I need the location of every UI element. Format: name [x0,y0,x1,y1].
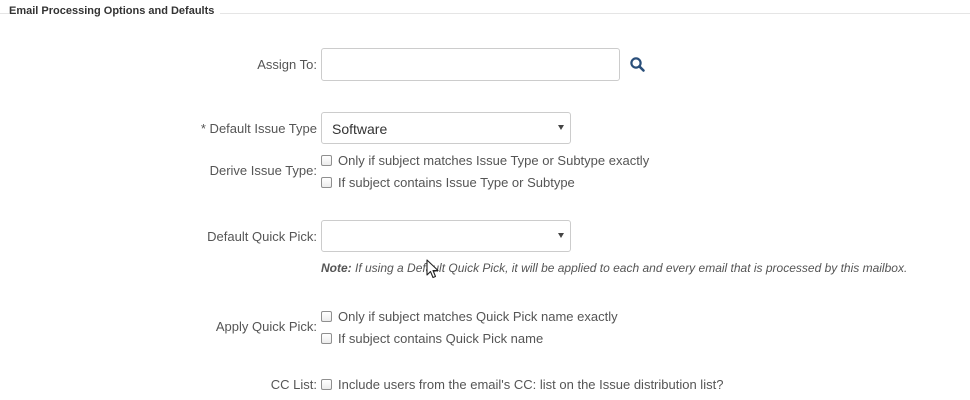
mouse-pointer-icon [426,259,439,279]
cc-list-checkbox-row[interactable]: Include users from the email's CC: list … [321,378,723,394]
apply-exact-checkbox-row[interactable]: Only if subject matches Quick Pick name … [321,310,618,326]
chevron-down-icon [558,233,564,238]
apply-contains-label: If subject contains Quick Pick name [338,331,544,346]
derive-issue-type-label: Derive Issue Type: [209,163,317,178]
apply-quick-pick-label: Apply Quick Pick: [215,319,317,334]
apply-exact-label: Only if subject matches Quick Pick name … [338,309,618,324]
cc-list-label: CC List: [270,377,317,392]
derive-exact-checkbox[interactable] [321,155,332,166]
quick-pick-note: Note: If using a Default Quick Pick, it … [321,261,907,275]
derive-exact-label: Only if subject matches Issue Type or Su… [338,153,650,168]
derive-exact-checkbox-row[interactable]: Only if subject matches Issue Type or Su… [321,154,649,170]
default-quick-pick-select[interactable] [321,220,571,252]
chevron-down-icon [558,125,564,130]
derive-contains-checkbox-row[interactable]: If subject contains Issue Type or Subtyp… [321,176,575,192]
note-prefix: Note: [321,261,352,275]
derive-contains-checkbox[interactable] [321,177,332,188]
cc-list-option-label: Include users from the email's CC: list … [338,377,724,392]
apply-contains-checkbox[interactable] [321,333,332,344]
apply-exact-checkbox[interactable] [321,311,332,322]
derive-contains-label: If subject contains Issue Type or Subtyp… [338,175,575,190]
apply-contains-checkbox-row[interactable]: If subject contains Quick Pick name [321,332,543,348]
assign-to-input[interactable] [321,48,620,81]
section-legend: Email Processing Options and Defaults [9,5,221,17]
default-issue-type-select[interactable]: Software [321,112,571,144]
search-icon[interactable] [628,55,648,75]
default-quick-pick-label: Default Quick Pick: [207,229,317,244]
cc-list-checkbox[interactable] [321,379,332,390]
assign-to-label: Assign To: [257,57,317,72]
default-issue-type-value: Software [332,121,388,137]
default-issue-type-label: * Default Issue Type [200,121,317,136]
